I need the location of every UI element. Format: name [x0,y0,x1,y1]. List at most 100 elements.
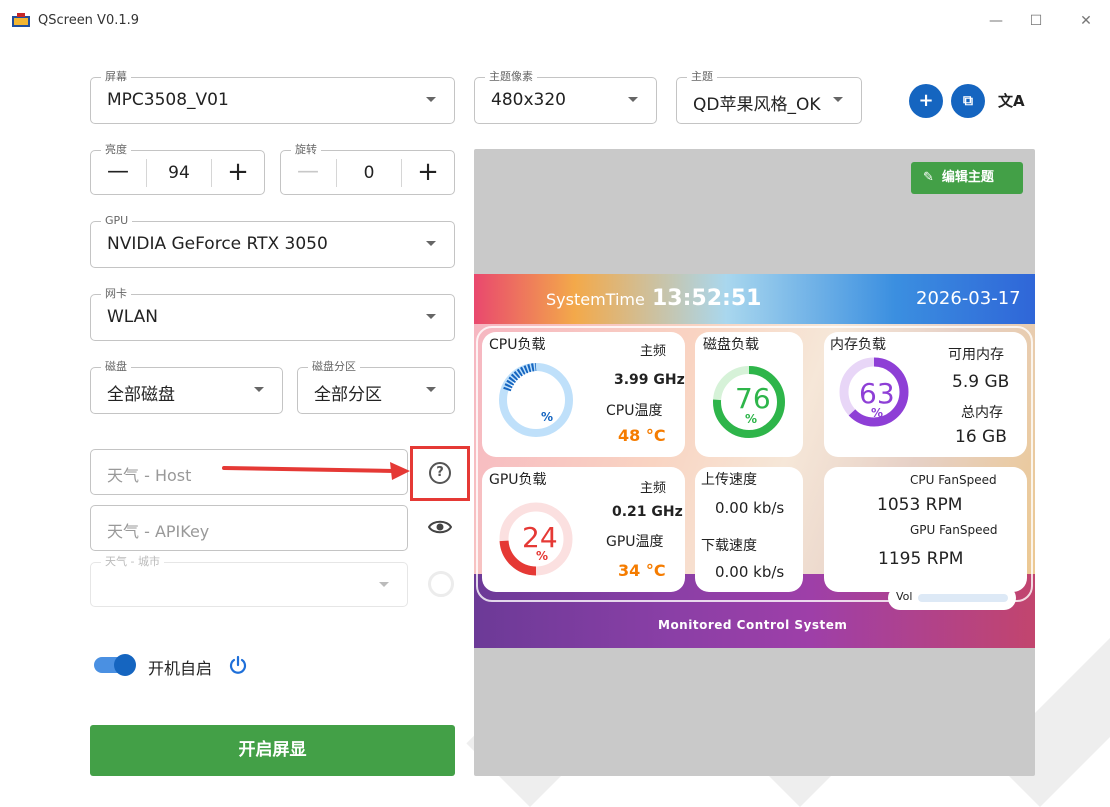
resolution-select-label: 主题像素 [485,70,537,84]
disk-select[interactable]: 磁盘 全部磁盘 [90,360,283,414]
system-time-label: SystemTime [546,290,645,309]
preview-screen: SystemTime 13:52:51 2026-03-17 CPU负载 主频 … [474,274,1035,648]
memory-total: 16 GB [955,427,1007,447]
preview-footer-text: Monitored Control System [658,618,848,632]
gpu-load-unit: % [536,549,549,563]
volume-track [918,594,1008,602]
chevron-down-icon [426,314,436,319]
title-bar: QScreen V0.1.9 — ☐ ✕ [0,0,1110,44]
gpu-temp: 34 °C [618,561,666,580]
upload-label: 上传速度 [701,472,757,488]
partition-select-label: 磁盘分区 [308,360,360,374]
weather-apikey-input[interactable]: 天气 - APIKey [90,505,408,551]
power-icon [229,655,247,674]
upload-speed: 0.00 kb/s [715,499,785,517]
gpu-title: GPU负载 [489,472,547,488]
autostart-label: 开机自启 [148,659,213,678]
gpu-card: GPU负载 主频 0.21 GHz GPU温度 34 °C 24 % [482,467,685,592]
partition-select-value: 全部分区 [314,385,382,405]
cpu-temp: 48 °C [618,426,666,445]
brightness-value[interactable]: 94 [147,163,211,183]
chevron-down-icon [628,97,638,102]
weather-host-help-button[interactable]: ? [429,462,451,484]
import-theme-button[interactable]: ⧉ [951,84,985,118]
gpu-select[interactable]: GPU NVIDIA GeForce RTX 3050 [90,214,455,268]
disk-load-unit: % [745,412,758,426]
memory-avail: 5.9 GB [952,372,1010,392]
resolution-select[interactable]: 主题像素 480x320 [474,70,657,124]
rotation-decrease-button[interactable]: — [283,151,333,195]
cpu-fan-speed: 1053 RPM [877,495,963,515]
partition-select[interactable]: 磁盘分区 全部分区 [297,360,455,414]
disk-select-value: 全部磁盘 [107,385,175,405]
app-icon [12,13,30,27]
screen-select-value: MPC3508_V01 [107,90,229,110]
memory-total-label: 总内存 [961,405,1003,421]
network-card: 上传速度 0.00 kb/s 下载速度 0.00 kb/s [695,467,803,592]
close-button[interactable]: ✕ [1072,8,1100,34]
edit-theme-button[interactable]: ✎ 编辑主题 [911,162,1023,194]
start-display-button[interactable]: 开启屏显 [90,725,455,776]
stepper-divider [211,159,212,187]
screen-select[interactable]: 屏幕 MPC3508_V01 [90,70,455,124]
volume-label: Vol [896,590,913,603]
translate-icon: 文A [998,92,1025,110]
rotation-increase-button[interactable]: + [403,151,453,195]
rotation-stepper: 旋转 — 0 + [280,143,455,195]
network-select-value: WLAN [107,307,159,327]
help-icon: ? [436,465,444,480]
gpu-fan-speed: 1195 RPM [878,549,964,569]
gpu-freq-label: 主频 [640,481,667,496]
cpu-load-unit: % [541,410,554,424]
weather-apikey-placeholder: 天气 - APIKey [107,522,210,541]
rotation-value[interactable]: 0 [337,163,401,183]
brightness-decrease-button[interactable]: — [93,151,143,195]
gpu-freq: 0.21 GHz [612,504,683,520]
chevron-down-icon [254,387,264,392]
gpu-select-label: GPU [101,214,133,228]
chevron-down-icon [379,582,389,587]
theme-select-value: QD苹果风格_OK [693,95,821,115]
chevron-down-icon [426,97,436,102]
weather-host-placeholder: 天气 - Host [107,466,192,485]
download-label: 下载速度 [701,538,757,554]
cpu-title: CPU负载 [489,337,546,353]
system-date: 2026-03-17 [916,288,1021,309]
theme-select-label: 主题 [687,70,717,84]
brightness-stepper: 亮度 — 94 + [90,143,265,195]
annotation-arrow [222,462,410,480]
stepper-divider [401,159,402,187]
maximize-button[interactable]: ☐ [1022,8,1050,34]
edit-theme-label: 编辑主题 [941,170,994,185]
cpu-card: CPU负载 主频 3.99 GHz CPU温度 48 °C % [482,332,685,457]
system-time-value: 13:52:51 [652,286,762,311]
weather-city-select[interactable]: 天气 - 城市 [90,555,408,607]
window-title: QScreen V0.1.9 [38,13,140,28]
disk-title: 磁盘负载 [703,337,759,353]
eye-icon[interactable] [428,518,452,536]
gpu-select-value: NVIDIA GeForce RTX 3050 [107,234,328,254]
network-select[interactable]: 网卡 WLAN [90,287,455,341]
brightness-increase-button[interactable]: + [213,151,263,195]
gpu-fan-label: GPU FanSpeed [910,523,998,537]
translate-button[interactable]: 文A [998,90,1025,111]
disk-load-value: 76 [735,382,771,415]
chevron-down-icon [426,241,436,246]
weather-city-label: 天气 - 城市 [101,555,164,569]
minimize-button[interactable]: — [982,8,1010,34]
resolution-select-value: 480x320 [491,90,566,110]
chevron-down-icon [833,97,843,102]
cpu-freq: 3.99 GHz [614,372,685,388]
network-select-label: 网卡 [101,287,131,301]
disk-select-label: 磁盘 [101,360,131,374]
screen-select-label: 屏幕 [101,70,131,84]
cpu-load-gauge [499,363,573,437]
autostart-toggle-knob[interactable] [114,654,136,676]
volume-bar: Vol [888,586,1016,610]
memory-avail-label: 可用内存 [948,347,1004,363]
add-theme-button[interactable]: + [909,84,943,118]
download-speed: 0.00 kb/s [715,563,785,581]
theme-select[interactable]: 主题 QD苹果风格_OK [676,70,862,124]
memory-load-unit: % [871,406,884,420]
memory-title: 内存负载 [830,337,886,353]
